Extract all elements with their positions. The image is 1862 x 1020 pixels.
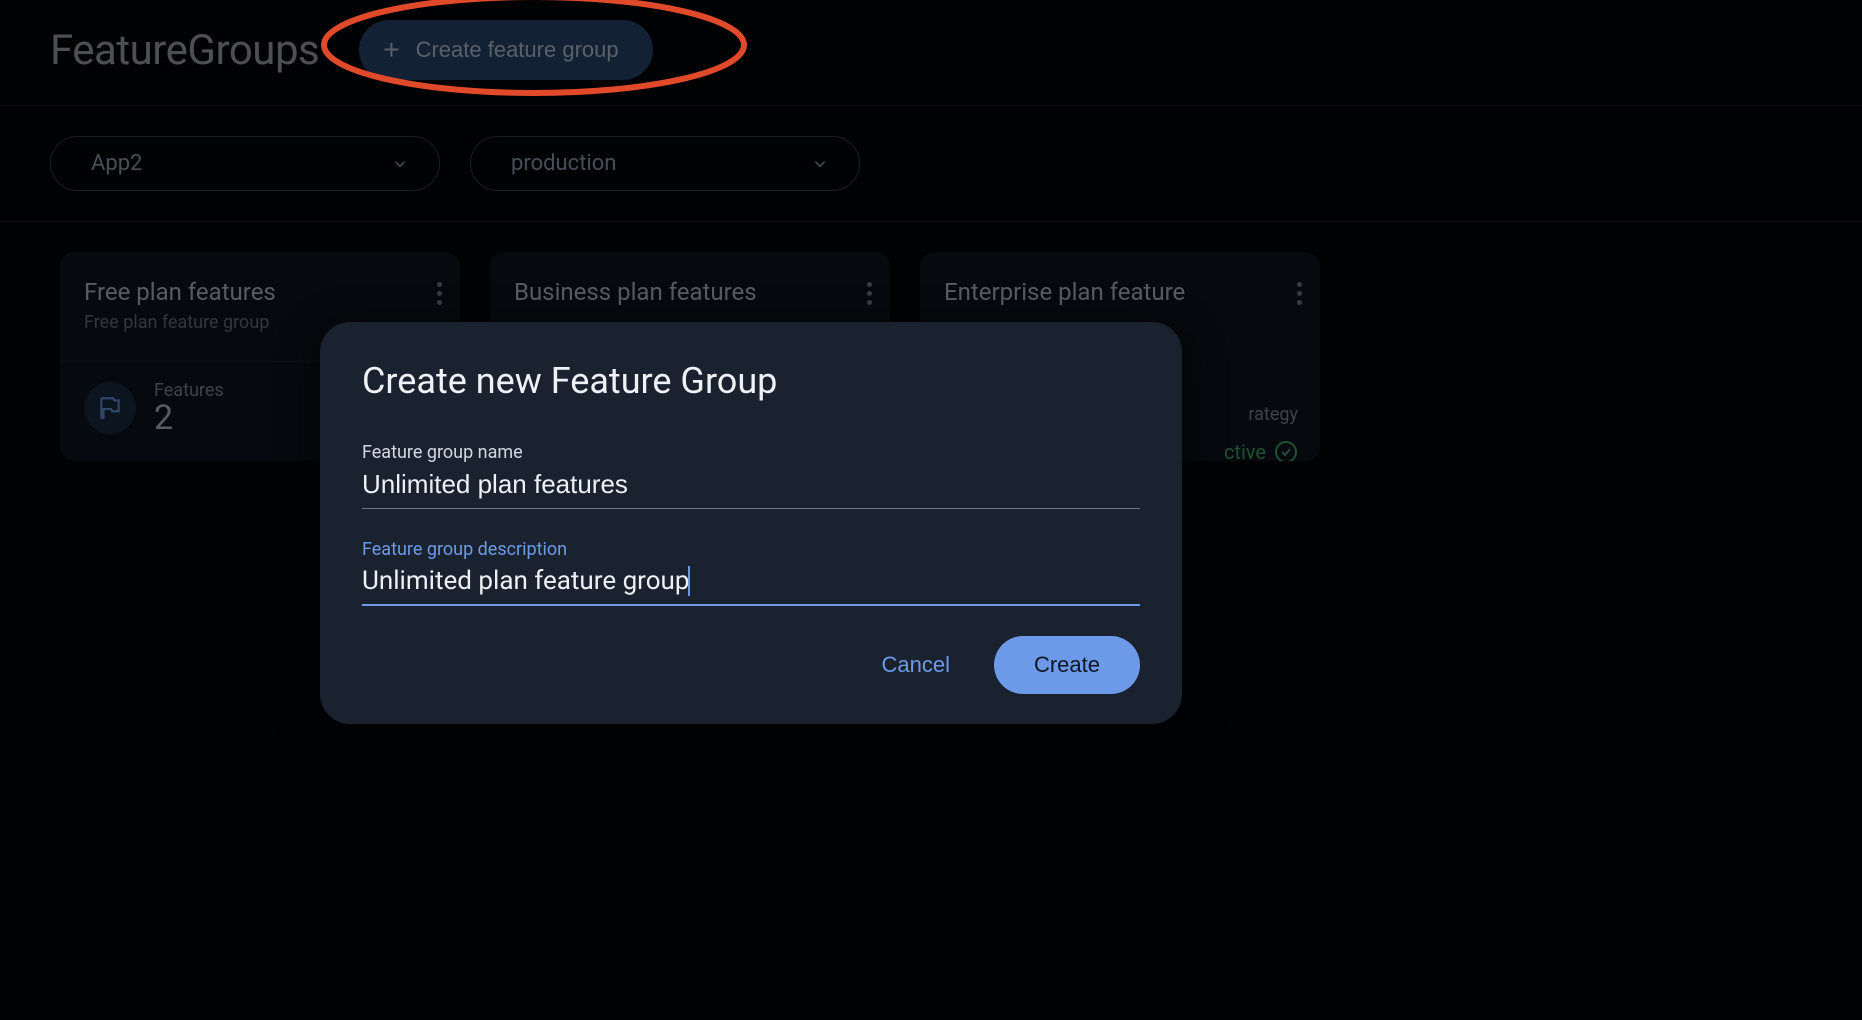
create-button[interactable]: Create: [994, 636, 1140, 694]
create-feature-group-modal: Create new Feature Group Feature group n…: [320, 322, 1182, 724]
feature-group-description-input[interactable]: Unlimited plan feature group: [362, 562, 1140, 606]
description-field-label: Feature group description: [362, 539, 1140, 560]
description-value: Unlimited plan feature group: [362, 566, 690, 596]
modal-title: Create new Feature Group: [362, 360, 1140, 402]
cancel-button[interactable]: Cancel: [867, 640, 963, 690]
name-field-label: Feature group name: [362, 442, 1140, 463]
feature-group-name-input[interactable]: [362, 465, 1140, 509]
text-caret: [688, 566, 690, 596]
